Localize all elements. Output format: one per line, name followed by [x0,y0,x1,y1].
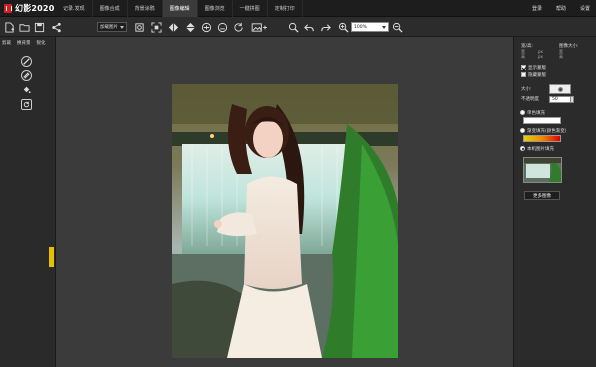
left-panel-tabs: 剪裁 换背景 锐化 [2,40,46,46]
flip-vertical-icon[interactable] [184,21,196,33]
right-properties-panel: 宽/高: 图像大小: 宽 px 宽 高 px 高 显示蒙版 隐藏蒙版 大小: 不… [513,37,596,367]
single-color-fill-radio[interactable] [520,110,525,115]
size-height-unit-label: 高 [559,54,563,59]
brush-size-label: 大小: [521,87,532,92]
title-bar: 幻影2020 记录.发现 图像合成 背景涂鸦 图像编辑 图像浏览 一键拼图 定制… [0,0,596,17]
tab-crop[interactable]: 剪裁 [2,40,11,46]
zoom-value: 100% [354,24,367,30]
tab-sharpen[interactable]: 锐化 [37,40,46,46]
local-image-fill-label: 本机图片填充 [527,147,554,152]
fill-image-thumbnail[interactable] [523,157,562,183]
tab-edit[interactable]: 图像编辑 [162,0,198,17]
gradient-fill-radio[interactable] [520,128,525,133]
zoom-fit-icon[interactable] [287,21,299,33]
load-image-select[interactable]: 加载图片 [97,22,127,32]
canvas-area[interactable] [57,37,513,367]
rotate-left-icon[interactable] [200,21,212,33]
stepper-arrows-icon[interactable] [570,96,574,103]
gradient-swatch[interactable] [523,135,561,142]
new-file-icon[interactable] [3,21,15,33]
brand: 幻影2020 [4,3,54,14]
hide-mask-checkbox[interactable] [521,72,526,77]
single-color-fill-label: 单色填充 [527,111,545,116]
local-image-fill-radio[interactable] [520,146,525,151]
chevron-down-icon [382,26,386,29]
main-tabs: 记录.发现 图像合成 背景涂鸦 图像编辑 图像浏览 一键拼图 定制打印 [56,0,303,17]
flip-horizontal-icon[interactable] [167,21,179,33]
chevron-down-icon [120,26,124,29]
brush-tool-icon[interactable] [21,70,32,81]
image-add-icon[interactable] [250,21,268,33]
eraser-tool-icon[interactable] [21,56,32,67]
crop-rotate-icon[interactable] [133,21,145,33]
help-link[interactable]: 帮助 [556,5,566,12]
rotate-right-icon[interactable] [216,21,228,33]
app-title: 幻影2020 [15,4,55,13]
redo-icon[interactable] [319,21,331,33]
toolbar: 加载图片 100% [0,17,596,37]
load-image-select-value: 加载图片 [100,25,118,30]
hide-mask-label: 隐藏蒙版 [528,73,546,78]
tab-record[interactable]: 记录.发现 [56,0,93,17]
tab-compose[interactable]: 图像合成 [93,0,128,17]
login-link[interactable]: 登录 [532,5,542,12]
single-color-swatch[interactable] [523,117,561,124]
share-icon[interactable] [50,21,62,33]
height-px-label: px [538,54,543,59]
zoom-in-icon[interactable] [337,21,349,33]
tab-collage[interactable]: 一键拼图 [233,0,268,17]
zoom-select[interactable]: 100% [351,22,389,32]
tab-browse[interactable]: 图像浏览 [198,0,233,17]
opacity-stepper[interactable]: 50 [549,96,574,103]
gradient-fill-label: 渐变填充(颜色渐变) [527,129,567,134]
tab-print[interactable]: 定制打印 [268,0,303,17]
brush-preview[interactable] [549,84,571,94]
show-mask-checkbox[interactable] [521,65,526,70]
refresh-icon[interactable] [232,21,244,33]
left-tool-panel: 剪裁 换背景 锐化 [0,37,56,367]
opacity-value: 50 [552,97,558,102]
reset-icon[interactable] [21,99,32,110]
top-right-links: 登录 帮助 设置 [532,0,590,17]
height-unit-label: 高 [521,54,525,59]
settings-link[interactable]: 设置 [580,5,590,12]
panel-collapse-handle[interactable] [49,247,54,267]
photo-canvas-image[interactable] [172,84,398,358]
tab-background[interactable]: 背景涂鸦 [128,0,163,17]
app-window: 幻影2020 记录.发现 图像合成 背景涂鸦 图像编辑 图像浏览 一键拼图 定制… [0,0,596,367]
save-icon[interactable] [33,21,45,33]
undo-icon[interactable] [303,21,315,33]
opacity-label: 不透明度 [521,97,539,102]
logo-icon [4,4,12,13]
tab-change-background[interactable]: 换背景 [17,40,31,46]
zoom-out-icon[interactable] [391,21,403,33]
open-folder-icon[interactable] [18,21,30,33]
paint-bucket-icon[interactable] [21,84,32,95]
more-images-button[interactable]: 更多图像 [524,191,560,200]
show-mask-label: 显示蒙版 [528,66,546,71]
fit-screen-icon[interactable] [150,21,162,33]
